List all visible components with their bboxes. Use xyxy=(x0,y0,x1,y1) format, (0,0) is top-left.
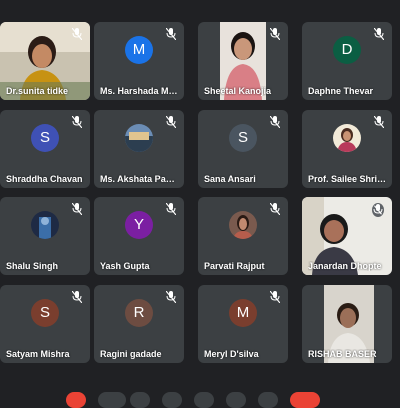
mic-off-icon xyxy=(374,28,384,40)
leave-call-button[interactable] xyxy=(290,392,320,408)
participant-avatar: S xyxy=(31,299,59,328)
mic-off-icon xyxy=(270,116,280,128)
participant-tile[interactable]: Janardan Dhopte xyxy=(302,197,392,275)
mic-off-icon xyxy=(166,28,176,40)
participant-avatar: S xyxy=(31,124,59,153)
participant-tile[interactable]: S Satyam Mishra xyxy=(0,285,90,363)
chat-button[interactable] xyxy=(258,392,278,408)
participant-name: Janardan Dhopte xyxy=(308,261,382,271)
present-button[interactable] xyxy=(194,392,214,408)
participant-name: Dr.sunita tidke xyxy=(6,86,69,96)
camera-button[interactable] xyxy=(98,392,126,408)
mic-off-icon xyxy=(72,28,82,40)
mic-off-icon xyxy=(270,291,280,303)
participant-name: Meryl D'silva xyxy=(204,349,259,359)
mic-off-icon xyxy=(72,203,82,215)
mic-off-icon xyxy=(372,203,384,217)
mic-button[interactable] xyxy=(66,392,86,408)
participant-name: Parvati Rajput xyxy=(204,261,265,271)
participant-avatar: M xyxy=(229,299,257,328)
participant-avatar: Y xyxy=(125,211,153,240)
participant-tile[interactable]: Prof. Sailee Shrin… xyxy=(302,110,392,188)
mic-off-icon xyxy=(166,116,176,128)
mic-off-icon xyxy=(270,203,280,215)
participant-tile[interactable]: RISHAB BASER xyxy=(302,285,392,363)
participant-tile[interactable]: Y Yash Gupta xyxy=(94,197,184,275)
participant-name: Prof. Sailee Shrin… xyxy=(308,174,388,184)
participant-name: Sana Ansari xyxy=(204,174,256,184)
participant-tile[interactable]: Shalu Singh xyxy=(0,197,90,275)
participant-profile-photo xyxy=(125,124,153,153)
participant-profile-photo xyxy=(229,211,257,240)
participant-name: Daphne Thevar xyxy=(308,86,374,96)
participant-tile[interactable]: Dr.sunita tidke xyxy=(0,22,90,100)
raise-hand-button[interactable] xyxy=(162,392,182,408)
participant-avatar: D xyxy=(333,36,361,65)
participant-tile[interactable]: S Sana Ansari xyxy=(198,110,288,188)
participant-name: Satyam Mishra xyxy=(6,349,70,359)
meeting-controls-bar xyxy=(0,392,400,408)
participant-name: Sheetal Kanojia xyxy=(204,86,272,96)
participant-profile-photo xyxy=(333,124,361,153)
participant-tile[interactable]: Ms. Akshata Paw… xyxy=(94,110,184,188)
mic-off-icon xyxy=(166,203,176,215)
mic-off-icon xyxy=(72,116,82,128)
participant-avatar: S xyxy=(229,124,257,153)
participant-tile[interactable]: D Daphne Thevar xyxy=(302,22,392,100)
participant-name: Shraddha Chavan xyxy=(6,174,83,184)
participant-name: Shalu Singh xyxy=(6,261,59,271)
mic-off-icon xyxy=(166,291,176,303)
participant-tile[interactable]: Parvati Rajput xyxy=(198,197,288,275)
participant-profile-photo xyxy=(31,211,59,240)
participant-name: Ms. Akshata Paw… xyxy=(100,174,180,184)
more-options-button[interactable] xyxy=(226,392,246,408)
participant-name: Yash Gupta xyxy=(100,261,150,271)
participant-avatar: R xyxy=(125,299,153,328)
captions-button[interactable] xyxy=(130,392,150,408)
participant-tile[interactable]: S Shraddha Chavan xyxy=(0,110,90,188)
participant-tile[interactable]: M Meryl D'silva xyxy=(198,285,288,363)
participant-name: RISHAB BASER xyxy=(308,349,377,359)
participant-tile[interactable]: M Ms. Harshada M… xyxy=(94,22,184,100)
mic-off-icon xyxy=(72,291,82,303)
participant-tile[interactable]: R Ragini gadade xyxy=(94,285,184,363)
participant-avatar: M xyxy=(125,36,153,65)
participant-name: Ms. Harshada M… xyxy=(100,86,178,96)
participant-name: Ragini gadade xyxy=(100,349,162,359)
mic-off-icon xyxy=(270,28,280,40)
participant-tile[interactable]: Sheetal Kanojia xyxy=(198,22,288,100)
mic-off-icon xyxy=(374,116,384,128)
